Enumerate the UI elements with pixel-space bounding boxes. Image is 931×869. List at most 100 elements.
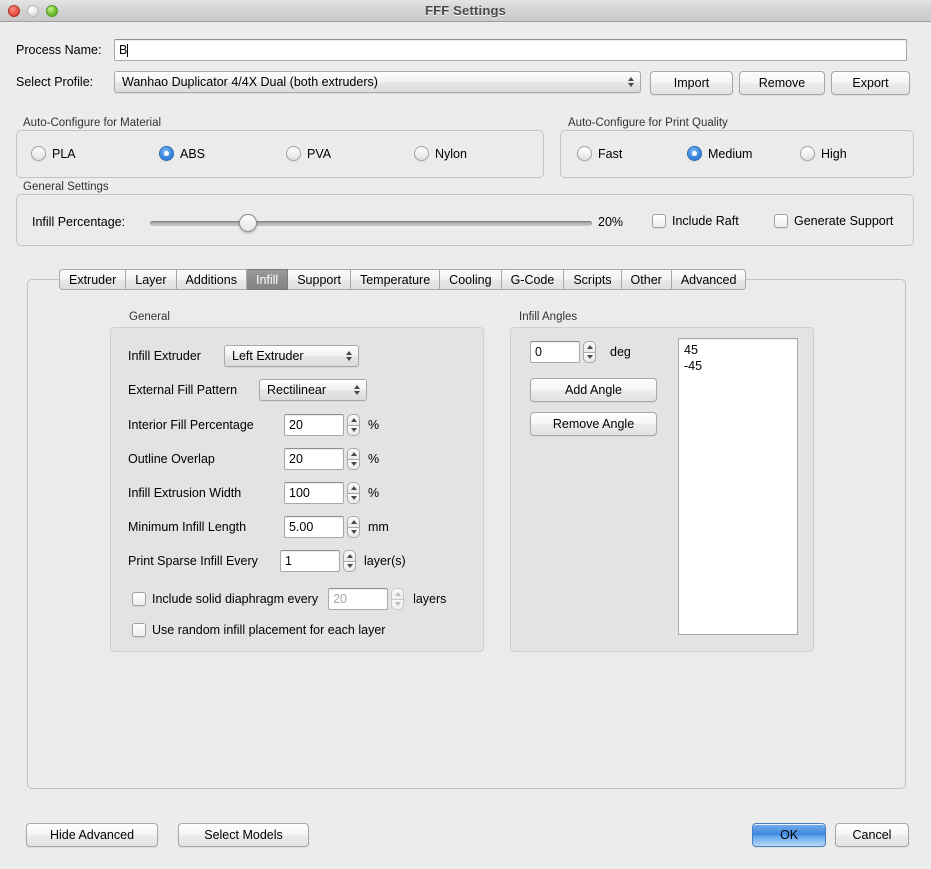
stepper-down-icon[interactable]: [347, 526, 360, 538]
window-controls: [8, 5, 58, 17]
tab-gcode[interactable]: G-Code: [501, 269, 565, 290]
stepper-down-icon[interactable]: [347, 458, 360, 470]
import-button[interactable]: Import: [650, 71, 733, 95]
solid-diaphragm-unit: layers: [413, 592, 447, 606]
radio-pva-label: PVA: [307, 146, 332, 161]
stepper-up-icon[interactable]: [347, 482, 360, 493]
outline-overlap-unit: %: [368, 452, 380, 466]
chevron-updown-icon: [354, 385, 360, 395]
radio-abs[interactable]: ABS: [159, 146, 205, 161]
external-fill-pattern-value: Rectilinear: [267, 383, 327, 397]
infill-extrusion-width-input[interactable]: 100: [284, 482, 344, 504]
remove-angle-button[interactable]: Remove Angle: [530, 412, 657, 436]
outline-overlap-input[interactable]: 20: [284, 448, 344, 470]
stepper-up-icon[interactable]: [347, 516, 360, 527]
infill-percentage-slider[interactable]: [150, 214, 592, 232]
process-name-input[interactable]: B: [114, 39, 907, 61]
solid-diaphragm-label: Include solid diaphragm every: [152, 592, 319, 606]
checkbox-icon: [652, 214, 666, 228]
random-infill-placement-checkbox[interactable]: Use random infill placement for each lay…: [132, 623, 385, 637]
tab-other[interactable]: Other: [621, 269, 672, 290]
stepper-up-icon[interactable]: [391, 588, 405, 599]
radio-medium[interactable]: Medium: [687, 146, 752, 161]
slider-thumb[interactable]: [239, 214, 257, 232]
interior-fill-percentage-input[interactable]: 20: [284, 414, 344, 436]
text-caret: [127, 43, 129, 57]
print-sparse-infill-input[interactable]: 1: [280, 550, 340, 572]
stepper-up-icon[interactable]: [343, 550, 356, 561]
external-fill-pattern-dropdown[interactable]: Rectilinear: [259, 379, 367, 401]
print-sparse-infill-stepper[interactable]: [343, 550, 356, 572]
outline-overlap-value: 20: [289, 452, 303, 466]
include-raft-checkbox[interactable]: Include Raft: [652, 214, 739, 228]
infill-angles-list[interactable]: 45 -45: [678, 338, 798, 635]
solid-diaphragm-value: 20: [333, 592, 347, 606]
infill-extrusion-width-label: Infill Extrusion Width: [128, 486, 242, 500]
radio-pva[interactable]: PVA: [286, 146, 331, 161]
radio-dot-icon: [286, 146, 301, 161]
stepper-down-icon[interactable]: [347, 424, 360, 436]
radio-dot-icon: [159, 146, 174, 161]
ok-button[interactable]: OK: [752, 823, 826, 847]
export-button[interactable]: Export: [831, 71, 910, 95]
list-item[interactable]: 45: [684, 342, 797, 358]
outline-overlap-label: Outline Overlap: [128, 452, 215, 466]
radio-dot-icon: [414, 146, 429, 161]
add-angle-button[interactable]: Add Angle: [530, 378, 657, 402]
minimum-infill-length-stepper[interactable]: [347, 516, 360, 538]
radio-fast[interactable]: Fast: [577, 146, 622, 161]
tab-infill[interactable]: Infill: [246, 269, 289, 290]
infill-extrusion-width-stepper[interactable]: [347, 482, 360, 504]
tab-cooling[interactable]: Cooling: [440, 269, 502, 290]
tab-support[interactable]: Support: [288, 269, 351, 290]
close-button[interactable]: [8, 5, 20, 17]
generate-support-checkbox[interactable]: Generate Support: [774, 214, 893, 228]
infill-percentage-value: 20%: [598, 215, 624, 229]
radio-dot-icon: [687, 146, 702, 161]
stepper-up-icon[interactable]: [347, 448, 360, 459]
solid-diaphragm-checkbox[interactable]: Include solid diaphragm every: [132, 592, 318, 606]
minimize-button[interactable]: [27, 5, 39, 17]
stepper-down-icon[interactable]: [347, 492, 360, 504]
stepper-down-icon[interactable]: [391, 598, 405, 610]
solid-diaphragm-input[interactable]: 20: [328, 588, 389, 610]
radio-nylon[interactable]: Nylon: [414, 146, 467, 161]
hide-advanced-button[interactable]: Hide Advanced: [26, 823, 158, 847]
radio-dot-icon: [577, 146, 592, 161]
solid-diaphragm-stepper[interactable]: [391, 588, 405, 610]
zoom-button[interactable]: [46, 5, 58, 17]
select-profile-dropdown[interactable]: Wanhao Duplicator 4/4X Dual (both extrud…: [114, 71, 641, 93]
interior-fill-percentage-value: 20: [289, 418, 303, 432]
stepper-up-icon[interactable]: [583, 341, 596, 352]
minimum-infill-length-value: 5.00: [289, 520, 314, 534]
select-models-button[interactable]: Select Models: [178, 823, 309, 847]
tab-extruder[interactable]: Extruder: [59, 269, 127, 290]
radio-dot-icon: [31, 146, 46, 161]
radio-pla-label: PLA: [52, 146, 76, 161]
radio-pla[interactable]: PLA: [31, 146, 76, 161]
interior-fill-percentage-stepper[interactable]: [347, 414, 360, 436]
tab-temperature[interactable]: Temperature: [350, 269, 441, 290]
slider-track: [150, 221, 592, 226]
stepper-down-icon[interactable]: [343, 560, 356, 572]
tab-scripts[interactable]: Scripts: [564, 269, 622, 290]
outline-overlap-stepper[interactable]: [347, 448, 360, 470]
angle-stepper[interactable]: [583, 341, 596, 363]
list-item[interactable]: -45: [684, 358, 797, 374]
material-group-title: Auto-Configure for Material: [20, 117, 165, 129]
angle-input[interactable]: 0: [530, 341, 580, 363]
tab-additions[interactable]: Additions: [176, 269, 247, 290]
stepper-down-icon[interactable]: [583, 351, 596, 363]
infill-extruder-dropdown[interactable]: Left Extruder: [224, 345, 359, 367]
remove-button[interactable]: Remove: [739, 71, 825, 95]
tab-advanced[interactable]: Advanced: [671, 269, 747, 290]
minimum-infill-length-input[interactable]: 5.00: [284, 516, 344, 538]
radio-high[interactable]: High: [800, 146, 847, 161]
radio-fast-label: Fast: [598, 146, 623, 161]
cancel-button[interactable]: Cancel: [835, 823, 909, 847]
tab-layer[interactable]: Layer: [126, 269, 177, 290]
chevron-updown-icon: [346, 351, 352, 361]
print-sparse-infill-row: Print Sparse Infill Every 1 layer(s): [128, 550, 406, 572]
stepper-up-icon[interactable]: [347, 414, 360, 425]
generate-support-label: Generate Support: [794, 214, 894, 228]
